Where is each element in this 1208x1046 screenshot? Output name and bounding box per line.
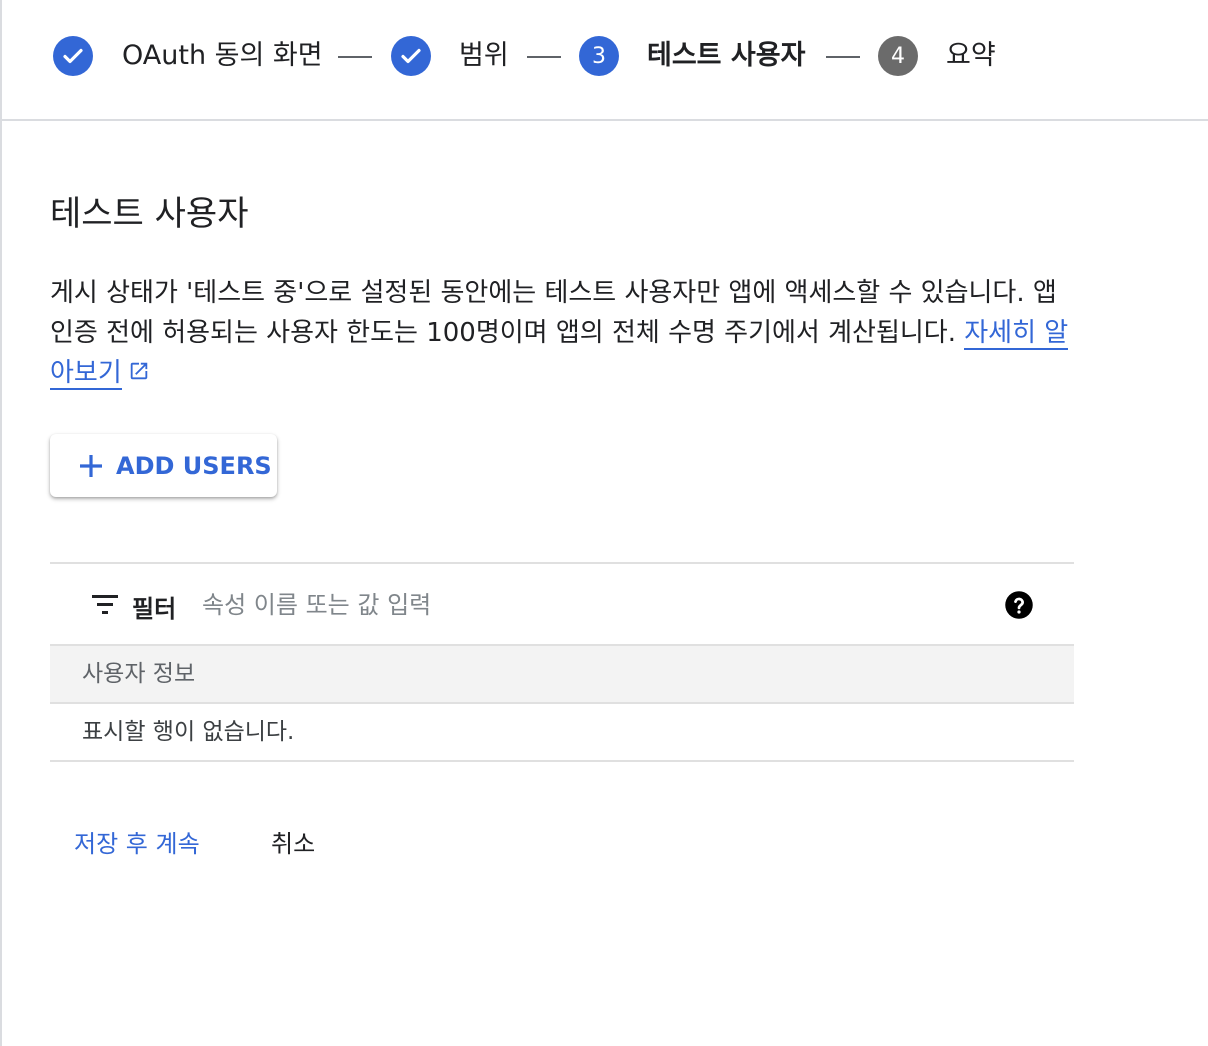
add-users-label: ADD USERS xyxy=(116,451,272,480)
filter-label: 필터 xyxy=(132,595,177,623)
column-header-user-info[interactable]: 사용자 정보 xyxy=(50,646,1074,704)
filter-input[interactable] xyxy=(202,584,962,626)
empty-message: 표시할 행이 없습니다. xyxy=(50,704,1074,762)
step-connector xyxy=(338,56,372,58)
description-text: 게시 상태가 '테스트 중'으로 설정된 동안에는 테스트 사용자만 앱에 액세… xyxy=(50,278,1057,348)
filter-bar: 필터 xyxy=(50,564,1074,646)
step-1-label[interactable]: OAuth 동의 화면 xyxy=(122,36,323,76)
step-2-check-icon xyxy=(391,36,431,76)
step-3-label[interactable]: 테스트 사용자 xyxy=(647,36,805,76)
description: 게시 상태가 '테스트 중'으로 설정된 동안에는 테스트 사용자만 앱에 액세… xyxy=(50,273,1070,394)
step-4-number-badge: 4 xyxy=(878,36,918,76)
help-icon[interactable] xyxy=(1004,590,1034,624)
stepper: OAuth 동의 화면 범위 3 테스트 사용자 4 요약 xyxy=(0,0,1208,121)
save-and-continue-button[interactable]: 저장 후 계속 xyxy=(74,824,200,859)
step-connector xyxy=(826,56,860,58)
test-users-table: 필터 사용자 정보 표시할 행이 없습니다. xyxy=(50,562,1074,762)
step-4-label[interactable]: 요약 xyxy=(946,36,996,76)
cancel-button[interactable]: 취소 xyxy=(271,824,315,859)
filter-icon xyxy=(92,595,118,619)
page-frame xyxy=(0,0,1208,1046)
page-title: 테스트 사용자 xyxy=(50,194,249,234)
add-users-button[interactable]: ADD USERS xyxy=(50,434,277,497)
step-3-number-badge: 3 xyxy=(579,36,619,76)
step-connector xyxy=(527,56,561,58)
plus-icon xyxy=(78,453,104,479)
step-2-label[interactable]: 범위 xyxy=(459,36,509,76)
external-link-icon xyxy=(128,354,150,394)
step-1-check-icon xyxy=(53,36,93,76)
